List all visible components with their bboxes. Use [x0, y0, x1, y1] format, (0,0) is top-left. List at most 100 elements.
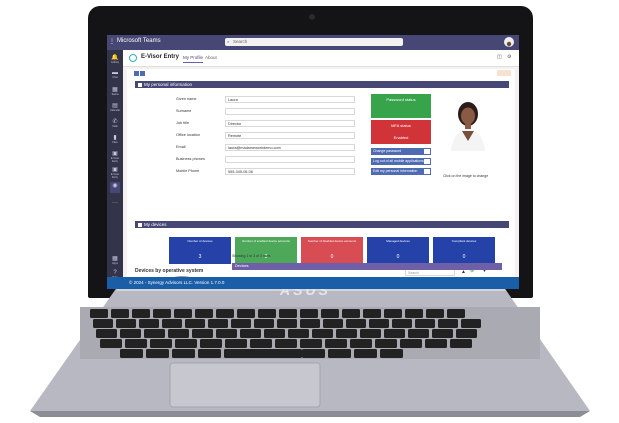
rail-item-apps[interactable]: ▦ Apps	[110, 255, 120, 266]
edit-info-button[interactable]: Edit my personal information	[371, 168, 431, 175]
label-job-title: Job title	[176, 121, 190, 125]
keyboard-key	[321, 309, 339, 318]
card-enabled-accounts: Number of enabled device accounts 3	[235, 237, 297, 264]
field-email: laura@madameworkdemo.com	[225, 144, 355, 151]
keyboard-key	[363, 309, 381, 318]
card-title: Number of devices	[187, 239, 213, 243]
rail-item-calendar[interactable]: ▤ Calendar	[110, 102, 120, 113]
devices-icon	[138, 222, 142, 227]
password-status-value	[371, 106, 431, 118]
keyboard-key	[288, 329, 309, 338]
keyboard-key	[461, 319, 481, 328]
teams-topbar: ⋮ Microsoft Teams Search ⌕	[107, 35, 519, 50]
keyboard-key	[312, 329, 333, 338]
keyboard-key	[172, 349, 195, 358]
keyboard-key	[150, 339, 172, 348]
rail-item-calls[interactable]: ✆ Calls	[110, 118, 120, 129]
keyboard-key	[264, 329, 285, 338]
label-surname: Surname	[176, 109, 192, 113]
rail-item-chat[interactable]: ▬ Chat	[110, 70, 120, 81]
keyboard-key	[302, 349, 325, 358]
mfa-status-badge: MFA status	[371, 120, 431, 132]
keyboard-key	[279, 309, 297, 318]
tab-my-profile[interactable]: My Profile	[183, 55, 204, 63]
logout-mobile-button[interactable]: Log out of all mobile applications	[371, 158, 431, 165]
photo-caption: Click on the image to change	[443, 174, 489, 178]
keyboard-key	[275, 339, 297, 348]
rail-item-activity[interactable]: 🔔 Activity	[110, 54, 120, 65]
password-status-badge: Password status	[371, 94, 431, 106]
keyboard-key	[153, 309, 171, 318]
field-given-name: Laura	[225, 96, 355, 103]
keyboard-key	[100, 339, 122, 348]
keyboard	[90, 309, 530, 359]
profile-photo[interactable]	[447, 97, 489, 151]
label-mobile: Mobile Phone	[176, 169, 200, 173]
keyboard-key	[111, 309, 129, 318]
card-value: 0	[396, 254, 400, 260]
refresh-button[interactable]	[140, 71, 145, 76]
edit-icon	[424, 169, 430, 174]
back-button[interactable]	[134, 71, 139, 76]
key-icon	[424, 149, 430, 154]
section-devices: My devices	[135, 221, 509, 228]
card-title: Number of enabled device accounts	[242, 239, 290, 243]
screen: ⋮ Microsoft Teams Search ⌕ 🔔 Activity ▬ Ch…	[107, 35, 519, 289]
keyboard-key	[369, 319, 389, 328]
app-pane: E-Visor Entry My Profile About ◫ ⚙ My pe…	[123, 50, 519, 289]
keyboard-key	[346, 319, 366, 328]
main-content: My personal information Given name Laura…	[127, 69, 515, 285]
keyboard-key	[132, 309, 150, 318]
keyboard-key	[144, 329, 165, 338]
field-job-title: Director	[225, 120, 355, 127]
field-office: Remote	[225, 132, 355, 139]
avatar[interactable]	[504, 37, 514, 47]
keyboard-key	[354, 349, 377, 358]
keyboard-key	[400, 339, 422, 348]
card-compliant-devices: Compliant devices 0	[433, 237, 495, 264]
search-input[interactable]: Search	[225, 38, 403, 46]
keyboard-key	[96, 329, 117, 338]
edit-info-label: Edit my personal information	[373, 169, 418, 173]
change-password-button[interactable]: Change password	[371, 148, 431, 155]
card-number-of-devices: Number of devices 3	[169, 237, 231, 264]
keyboard-key	[225, 339, 247, 348]
rail-item-teams[interactable]: ▦ Teams	[110, 86, 120, 97]
change-password-label: Change password	[373, 149, 402, 153]
keyboard-key	[254, 319, 274, 328]
app-logo-icon	[129, 54, 137, 62]
keyboard-key	[198, 349, 221, 358]
rail-item-active[interactable]: ◉	[110, 182, 120, 193]
keyboard-key	[300, 319, 320, 328]
more-options-icon[interactable]: ⚙	[507, 54, 511, 60]
keyboard-key	[408, 329, 429, 338]
rail-item-evisor[interactable]: ▣ E-Visor Entry	[110, 150, 120, 163]
keyboard-key	[360, 329, 381, 338]
keyboard-key	[139, 319, 159, 328]
keyboard-key	[93, 319, 113, 328]
keyboard-key	[325, 339, 347, 348]
popout-icon[interactable]: ◫	[497, 54, 502, 60]
rail-item-evisor-2[interactable]: ▣ E-Visor Entry	[110, 166, 120, 179]
keyboard-key	[426, 309, 444, 318]
keyboard-key	[456, 329, 477, 338]
help-badge[interactable]	[497, 70, 511, 76]
field-surname	[225, 108, 355, 115]
keyboard-key	[237, 309, 255, 318]
grid-icon[interactable]: ⋮	[109, 38, 115, 45]
tab-about[interactable]: About	[205, 55, 217, 60]
keyboard-key	[415, 319, 435, 328]
card-title: Compliant devices	[451, 239, 477, 243]
keyboard-key	[90, 309, 108, 318]
rail-item-files[interactable]: ▮ Files	[110, 134, 120, 145]
logout-icon	[424, 159, 430, 164]
keyboard-key	[116, 319, 136, 328]
card-value: 0	[462, 254, 466, 260]
keyboard-key	[405, 309, 423, 318]
label-email: Email	[176, 145, 186, 149]
keyboard-key	[432, 329, 453, 338]
more-icon[interactable]: ···	[110, 200, 120, 211]
field-business-phones	[225, 156, 355, 163]
keyboard-key	[450, 339, 472, 348]
keyboard-key	[168, 329, 189, 338]
